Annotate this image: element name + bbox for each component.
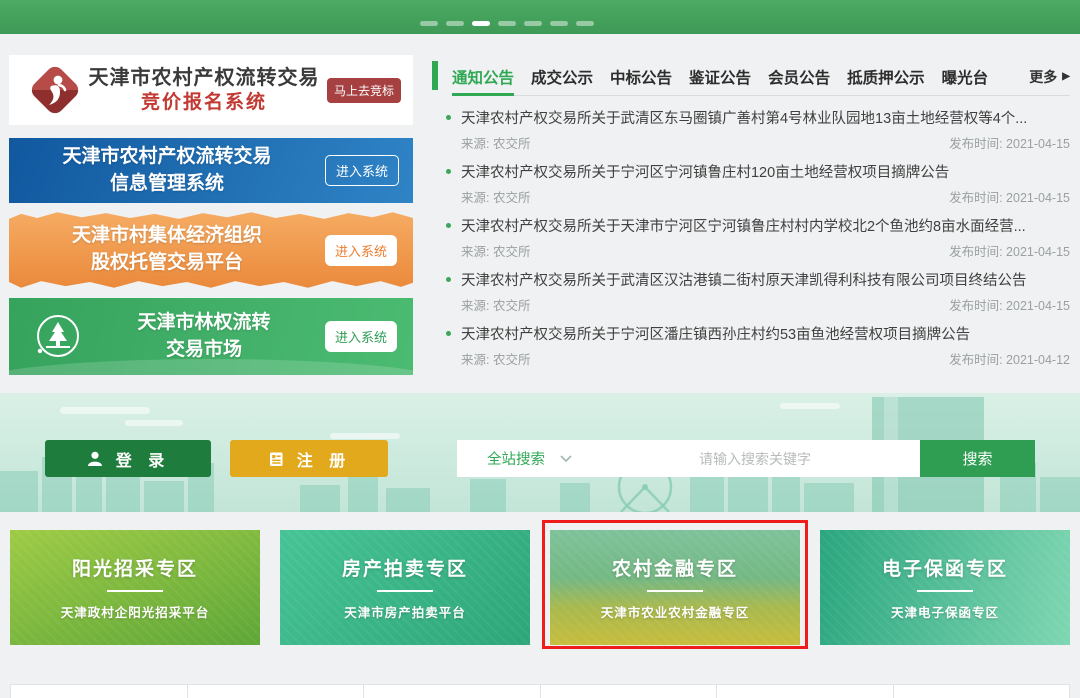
page: 天津市农村产权流转交易 竞价报名系统 马上去竞标 天津市农村产权流转交易 信息管… <box>0 0 1080 698</box>
bullet-icon <box>446 169 451 174</box>
bottom-section-cell[interactable] <box>541 685 718 698</box>
notice-meta: 来源: 农交所 发布时间: 2021-04-15 <box>432 185 1070 207</box>
search-scope-select[interactable]: 全站搜索 <box>457 448 590 469</box>
carousel-dot-1[interactable] <box>420 21 438 26</box>
register-button[interactable]: 注 册 <box>230 440 388 477</box>
carousel-banner <box>0 0 1080 34</box>
highlight-annotation-box <box>542 520 808 649</box>
notice-link[interactable]: 天津农村产权交易所关于宁河区潘庄镇西孙庄村约53亩鱼池经营权项目摘牌公告 <box>432 319 1070 347</box>
list-item: 天津农村产权交易所关于武清区汉沽港镇二街村原天津凯得利科技有限公司项目终结公告 … <box>432 265 1070 319</box>
bottom-section-cell[interactable] <box>11 685 188 698</box>
search-button[interactable]: 搜索 <box>920 440 1035 477</box>
divider <box>917 590 973 592</box>
tree-icon <box>33 312 83 362</box>
notice-meta: 来源: 农交所 发布时间: 2021-04-15 <box>432 131 1070 153</box>
divider <box>647 590 703 592</box>
tab-mortgage[interactable]: 抵质押公示 <box>847 58 925 95</box>
divider <box>377 590 433 592</box>
bidding-system-title: 天津市农村产权流转交易 竞价报名系统 <box>81 66 327 115</box>
logo-title-line2: 竞价报名系统 <box>81 91 327 115</box>
bullet-icon <box>446 223 451 228</box>
notice-meta: 来源: 农交所 发布时间: 2021-04-15 <box>432 293 1070 315</box>
login-button[interactable]: 登 录 <box>45 440 211 477</box>
info-management-banner: 天津市农村产权流转交易 信息管理系统 进入系统 <box>9 138 413 203</box>
forest-market-title: 天津市林权流转 交易市场 <box>83 310 325 363</box>
go-bid-button[interactable]: 马上去竞标 <box>327 78 401 103</box>
search-scope-value: 全站搜索 <box>487 448 545 469</box>
more-link[interactable]: 更多 ▶ <box>1029 67 1070 87</box>
notice-link[interactable]: 天津农村产权交易所关于宁河区宁河镇鲁庄村120亩土地经营权项目摘牌公告 <box>432 157 1070 185</box>
equity-platform-title: 天津市村集体经济组织 股权托管交易平台 <box>9 223 325 276</box>
bottom-section-cell[interactable] <box>894 685 1070 698</box>
zone-card-rural-finance[interactable]: 农村金融专区 天津市农业农村金融专区 <box>550 530 800 645</box>
person-icon <box>86 450 104 468</box>
forest-banner-line1: 天津市林权流转 <box>83 310 325 337</box>
bullet-icon <box>446 277 451 282</box>
info-enter-system-button[interactable]: 进入系统 <box>325 155 399 186</box>
carousel-dot-7[interactable] <box>576 21 594 26</box>
forest-enter-system-button[interactable]: 进入系统 <box>325 321 397 352</box>
notice-tab-bar: 通知公告 成交公示 中标公告 鉴证公告 会员公告 抵质押公示 曝光台 更多 ▶ <box>452 58 1070 96</box>
equity-banner-line2: 股权托管交易平台 <box>9 250 325 277</box>
forest-banner-line2: 交易市场 <box>83 337 325 364</box>
info-management-title: 天津市农村产权流转交易 信息管理系统 <box>9 144 325 197</box>
list-item: 天津农村产权交易所关于武清区东马圈镇广善村第4号林业队园地13亩土地经营权等4个… <box>432 103 1070 157</box>
forest-market-banner: 天津市林权流转 交易市场 进入系统 <box>9 298 413 375</box>
site-logo-icon <box>29 64 81 116</box>
equity-platform-banner: 天津市村集体经济组织 股权托管交易平台 进入系统 <box>9 209 413 291</box>
tab-member[interactable]: 会员公告 <box>768 58 830 95</box>
carousel-indicators <box>420 21 594 26</box>
equity-banner-line1: 天津市村集体经济组织 <box>9 223 325 250</box>
search-hero-section: 登 录 注 册 全站搜索 搜索 <box>0 393 1080 512</box>
carousel-dot-3-active[interactable] <box>472 21 490 26</box>
list-item: 天津农村产权交易所关于天津市宁河区宁河镇鲁庄村村内学校北2个鱼池约8亩水面经营.… <box>432 211 1070 265</box>
bidding-system-card: 天津市农村产权流转交易 竞价报名系统 马上去竞标 <box>9 55 413 125</box>
notice-link[interactable]: 天津农村产权交易所关于武清区汉沽港镇二街村原天津凯得利科技有限公司项目终结公告 <box>432 265 1070 293</box>
bottom-section-cell[interactable] <box>717 685 894 698</box>
next-section-row <box>10 684 1070 698</box>
carousel-dot-4[interactable] <box>498 21 516 26</box>
bullet-icon <box>446 331 451 336</box>
bottom-section-cell[interactable] <box>188 685 365 698</box>
zone-card-sunshine-procurement[interactable]: 阳光招采专区 天津政村企阳光招采平台 <box>10 530 260 645</box>
zone-card-electronic-guarantee[interactable]: 电子保函专区 天津电子保函专区 <box>820 530 1070 645</box>
carousel-dot-6[interactable] <box>550 21 568 26</box>
tab-exposure[interactable]: 曝光台 <box>942 58 989 95</box>
equity-enter-system-button[interactable]: 进入系统 <box>325 235 397 266</box>
tab-accent-bar <box>432 61 438 90</box>
list-item: 天津农村产权交易所关于宁河区潘庄镇西孙庄村约53亩鱼池经营权项目摘牌公告 来源:… <box>432 319 1070 373</box>
tab-winning-bid[interactable]: 中标公告 <box>610 58 672 95</box>
site-search-bar: 全站搜索 搜索 <box>457 440 1035 477</box>
more-arrow-icon: ▶ <box>1062 71 1070 82</box>
search-input[interactable] <box>590 450 920 468</box>
divider <box>107 590 163 592</box>
id-card-icon <box>267 450 285 468</box>
bullet-icon <box>446 115 451 120</box>
zone-card-property-auction[interactable]: 房产拍卖专区 天津市房产拍卖平台 <box>280 530 530 645</box>
logo-title-line1: 天津市农村产权流转交易 <box>81 66 327 91</box>
bottom-section-cell[interactable] <box>364 685 541 698</box>
notice-link[interactable]: 天津农村产权交易所关于武清区东马圈镇广善村第4号林业队园地13亩土地经营权等4个… <box>432 103 1070 131</box>
list-item: 天津农村产权交易所关于宁河区宁河镇鲁庄村120亩土地经营权项目摘牌公告 来源: … <box>432 157 1070 211</box>
info-banner-line1: 天津市农村产权流转交易 <box>9 144 325 171</box>
chevron-down-icon <box>560 455 572 463</box>
more-label: 更多 <box>1029 67 1057 87</box>
notice-link[interactable]: 天津农村产权交易所关于天津市宁河区宁河镇鲁庄村村内学校北2个鱼池约8亩水面经营.… <box>432 211 1070 239</box>
notice-meta: 来源: 农交所 发布时间: 2021-04-15 <box>432 239 1070 261</box>
notice-meta: 来源: 农交所 发布时间: 2021-04-12 <box>432 347 1070 369</box>
tab-deal-publicity[interactable]: 成交公示 <box>531 58 593 95</box>
tab-authentication[interactable]: 鉴证公告 <box>689 58 751 95</box>
info-banner-line2: 信息管理系统 <box>9 171 325 198</box>
carousel-dot-2[interactable] <box>446 21 464 26</box>
notice-list: 天津农村产权交易所关于武清区东马圈镇广善村第4号林业队园地13亩土地经营权等4个… <box>432 103 1070 373</box>
special-zone-cards: 阳光招采专区 天津政村企阳光招采平台 房产拍卖专区 天津市房产拍卖平台 农村金融… <box>10 530 1070 645</box>
carousel-dot-5[interactable] <box>524 21 542 26</box>
tab-notice-announcements[interactable]: 通知公告 <box>452 58 514 95</box>
